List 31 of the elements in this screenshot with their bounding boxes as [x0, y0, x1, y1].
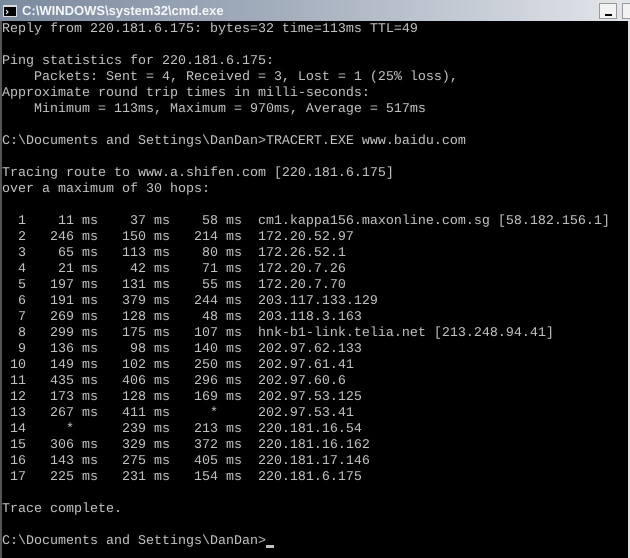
console-line: Reply from 220.181.6.175: bytes=32 time=113ms TTL=49 [2, 22, 418, 38]
console-line: Ping statistics for 220.181.6.175: [2, 54, 274, 70]
console-line: 1 11 ms 37 ms 58 ms cm1.kappa156.maxonline.com.sg [58.182.156.1] [16, 214, 610, 230]
console-line: 12 173 ms 128 ms 169 ms 202.97.53.125 [8, 390, 362, 406]
console-line: 16 143 ms 275 ms 405 ms 220.181.17.146 [8, 454, 370, 470]
maximize-button[interactable] [622, 2, 630, 18]
console-line: 17 225 ms 231 ms 154 ms 220.181.6.175 [8, 470, 362, 486]
console-line: 5 197 ms 131 ms 55 ms 172.20.7.70 [16, 278, 346, 294]
console-line: 2 246 ms 150 ms 214 ms 172.20.52.97 [16, 230, 354, 246]
console-line: Approximate round trip times in milli-seconds: [2, 86, 370, 102]
console-line: 8 299 ms 175 ms 107 ms hnk-b1-link.telia.net [213.248.94.41] [16, 326, 554, 342]
window-title: C:\WINDOWS\system32\cmd.exe [22, 2, 224, 20]
console-line: 7 269 ms 128 ms 48 ms 203.118.3.163 [16, 310, 362, 326]
console-line: 9 136 ms 98 ms 140 ms 202.97.62.133 [16, 342, 362, 358]
console-line: Minimum = 113ms, Maximum = 970ms, Average = 517ms [32, 102, 426, 118]
console-line: 15 306 ms 329 ms 372 ms 220.181.16.162 [8, 438, 370, 454]
console-line: 14 * 239 ms 213 ms 220.181.16.54 [8, 422, 362, 438]
console-line: 11 435 ms 406 ms 296 ms 202.97.60.6 [8, 374, 346, 390]
command-prompt: C:\Documents and Settings\DanDan> [2, 534, 266, 550]
console-line: 3 65 ms 113 ms 80 ms 172.26.52.1 [16, 246, 346, 262]
console-icon [3, 4, 17, 16]
minimize-button[interactable] [599, 2, 617, 18]
console-line: Packets: Sent = 4, Received = 3, Lost = 1 (25% loss), [32, 70, 458, 86]
console-line: 13 267 ms 411 ms * 202.97.53.41 [8, 406, 354, 422]
console-line: 10 149 ms 102 ms 250 ms 202.97.61.41 [8, 358, 354, 374]
console-line: Tracing route to www.a.shifen.com [220.181.6.175] [2, 166, 394, 182]
console-line: C:\Documents and Settings\DanDan>TRACERT.EXE www.baidu.com [2, 134, 466, 150]
console-line: Trace complete. [2, 502, 122, 518]
console-line: 4 21 ms 42 ms 71 ms 172.20.7.26 [16, 262, 346, 278]
console-line: over a maximum of 30 hops: [2, 182, 210, 198]
console-line: 6 191 ms 379 ms 244 ms 203.117.133.129 [16, 294, 378, 310]
